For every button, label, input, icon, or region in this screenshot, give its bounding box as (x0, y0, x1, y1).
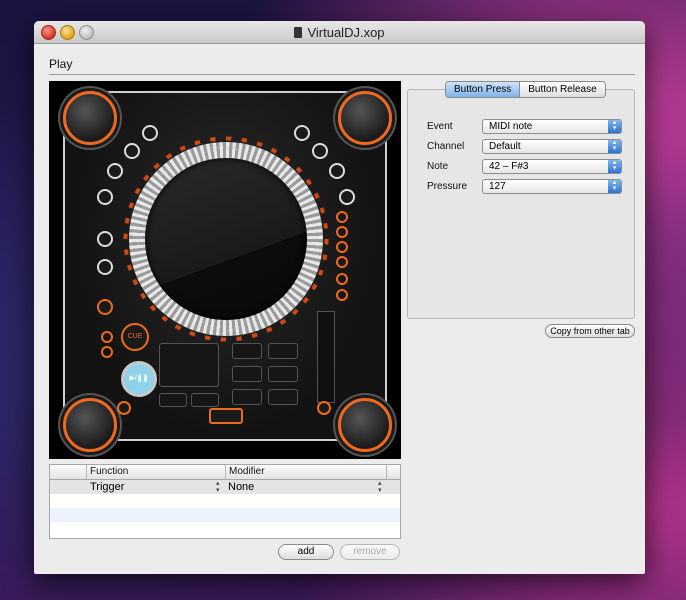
pad-button[interactable] (232, 366, 262, 382)
touch-pad[interactable] (159, 343, 219, 387)
corner-knob-top-left[interactable] (63, 91, 117, 145)
tab-button-press[interactable]: Button Press (446, 82, 520, 97)
pad-button[interactable] (232, 343, 262, 359)
knob-icon[interactable] (142, 125, 158, 141)
event-value: MIDI note (489, 121, 533, 132)
copy-from-other-tab-button[interactable]: Copy from other tab (545, 324, 635, 338)
channel-value: Default (489, 141, 521, 152)
loop-button[interactable] (97, 299, 113, 315)
empty-row (50, 508, 400, 522)
modifier-cell[interactable]: None (228, 481, 254, 493)
popup-arrows-icon: ▴ ▾ (608, 179, 621, 193)
column-divider (225, 465, 226, 479)
small-button[interactable] (336, 256, 348, 268)
shift-button[interactable] (317, 401, 331, 415)
shift-button[interactable] (117, 401, 131, 415)
section-separator (49, 74, 635, 75)
window-title-text: VirtualDJ.xop (307, 25, 385, 40)
column-divider (386, 465, 387, 479)
column-header-modifier[interactable]: Modifier (229, 466, 265, 477)
knob-icon[interactable] (312, 143, 328, 159)
event-popup[interactable]: MIDI note ▴ ▾ (482, 119, 622, 134)
empty-row (50, 494, 400, 508)
note-value: 42 – F#3 (489, 161, 529, 172)
tab-button-release[interactable]: Button Release (519, 82, 605, 97)
play-pause-button[interactable]: ▶/❚❚ (121, 361, 157, 397)
popup-arrows-icon: ▴ ▾ (608, 139, 621, 153)
pad-button[interactable] (191, 393, 219, 407)
pad-button[interactable] (268, 366, 298, 382)
pad-button[interactable] (268, 343, 298, 359)
table-header: Function Modifier (50, 465, 400, 480)
popup-arrows-icon: ▴ ▾ (608, 159, 621, 173)
small-button[interactable] (336, 241, 348, 253)
mapping-table: Function Modifier Trigger ▴ ▾ None ▴ ▾ (49, 464, 401, 539)
note-label: Note (427, 161, 449, 172)
controller-image: CUE ▶/❚❚ (49, 81, 401, 459)
knob-icon[interactable] (339, 189, 355, 205)
knob-icon[interactable] (97, 231, 113, 247)
event-label: Event (427, 121, 453, 132)
section-label: Play (49, 57, 73, 71)
corner-knob-bottom-left[interactable] (63, 398, 117, 452)
small-button[interactable] (336, 211, 348, 223)
corner-knob-bottom-right[interactable] (338, 398, 392, 452)
play-pause-label: ▶/❚❚ (129, 375, 149, 382)
small-button[interactable] (336, 289, 348, 301)
add-button[interactable]: add (278, 544, 334, 560)
table-row[interactable]: Trigger ▴ ▾ None ▴ ▾ (50, 480, 400, 494)
corner-knob-top-right[interactable] (338, 91, 392, 145)
document-icon (294, 27, 303, 38)
channel-popup[interactable]: Default ▴ ▾ (482, 139, 622, 154)
knob-icon[interactable] (107, 163, 123, 179)
cue-button[interactable]: CUE (121, 323, 149, 351)
pad-button[interactable] (159, 393, 187, 407)
tab-bar: Button Press Button Release (445, 81, 606, 98)
small-button[interactable] (101, 346, 113, 358)
sync-button[interactable] (209, 408, 243, 424)
popup-arrows-icon: ▴ ▾ (608, 119, 621, 133)
small-button[interactable] (336, 273, 348, 285)
title-bar: VirtualDJ.xop (34, 21, 645, 44)
small-button[interactable] (336, 226, 348, 238)
function-cell[interactable]: Trigger (90, 481, 124, 493)
window-title: VirtualDJ.xop (34, 25, 645, 40)
channel-label: Channel (427, 141, 465, 152)
remove-button[interactable]: remove (340, 544, 400, 560)
pressure-value: 127 (489, 181, 506, 192)
function-stepper-icon[interactable]: ▴ ▾ (216, 480, 220, 494)
modifier-stepper-icon[interactable]: ▴ ▾ (378, 480, 382, 494)
pad-button[interactable] (268, 389, 298, 405)
empty-row (50, 522, 400, 536)
note-popup[interactable]: 42 – F#3 ▴ ▾ (482, 159, 622, 174)
pressure-label: Pressure (427, 181, 468, 192)
pressure-popup[interactable]: 127 ▴ ▾ (482, 179, 622, 194)
knob-icon[interactable] (124, 143, 140, 159)
knob-icon[interactable] (97, 189, 113, 205)
knob-icon[interactable] (294, 125, 310, 141)
pitch-fader[interactable] (317, 311, 335, 403)
knob-icon[interactable] (329, 163, 345, 179)
cue-label: CUE (127, 333, 143, 340)
jog-wheel-platter[interactable] (145, 158, 307, 320)
column-divider (86, 465, 87, 479)
pad-button[interactable] (232, 389, 262, 405)
column-header-function[interactable]: Function (90, 466, 128, 477)
small-button[interactable] (101, 331, 113, 343)
knob-icon[interactable] (97, 259, 113, 275)
